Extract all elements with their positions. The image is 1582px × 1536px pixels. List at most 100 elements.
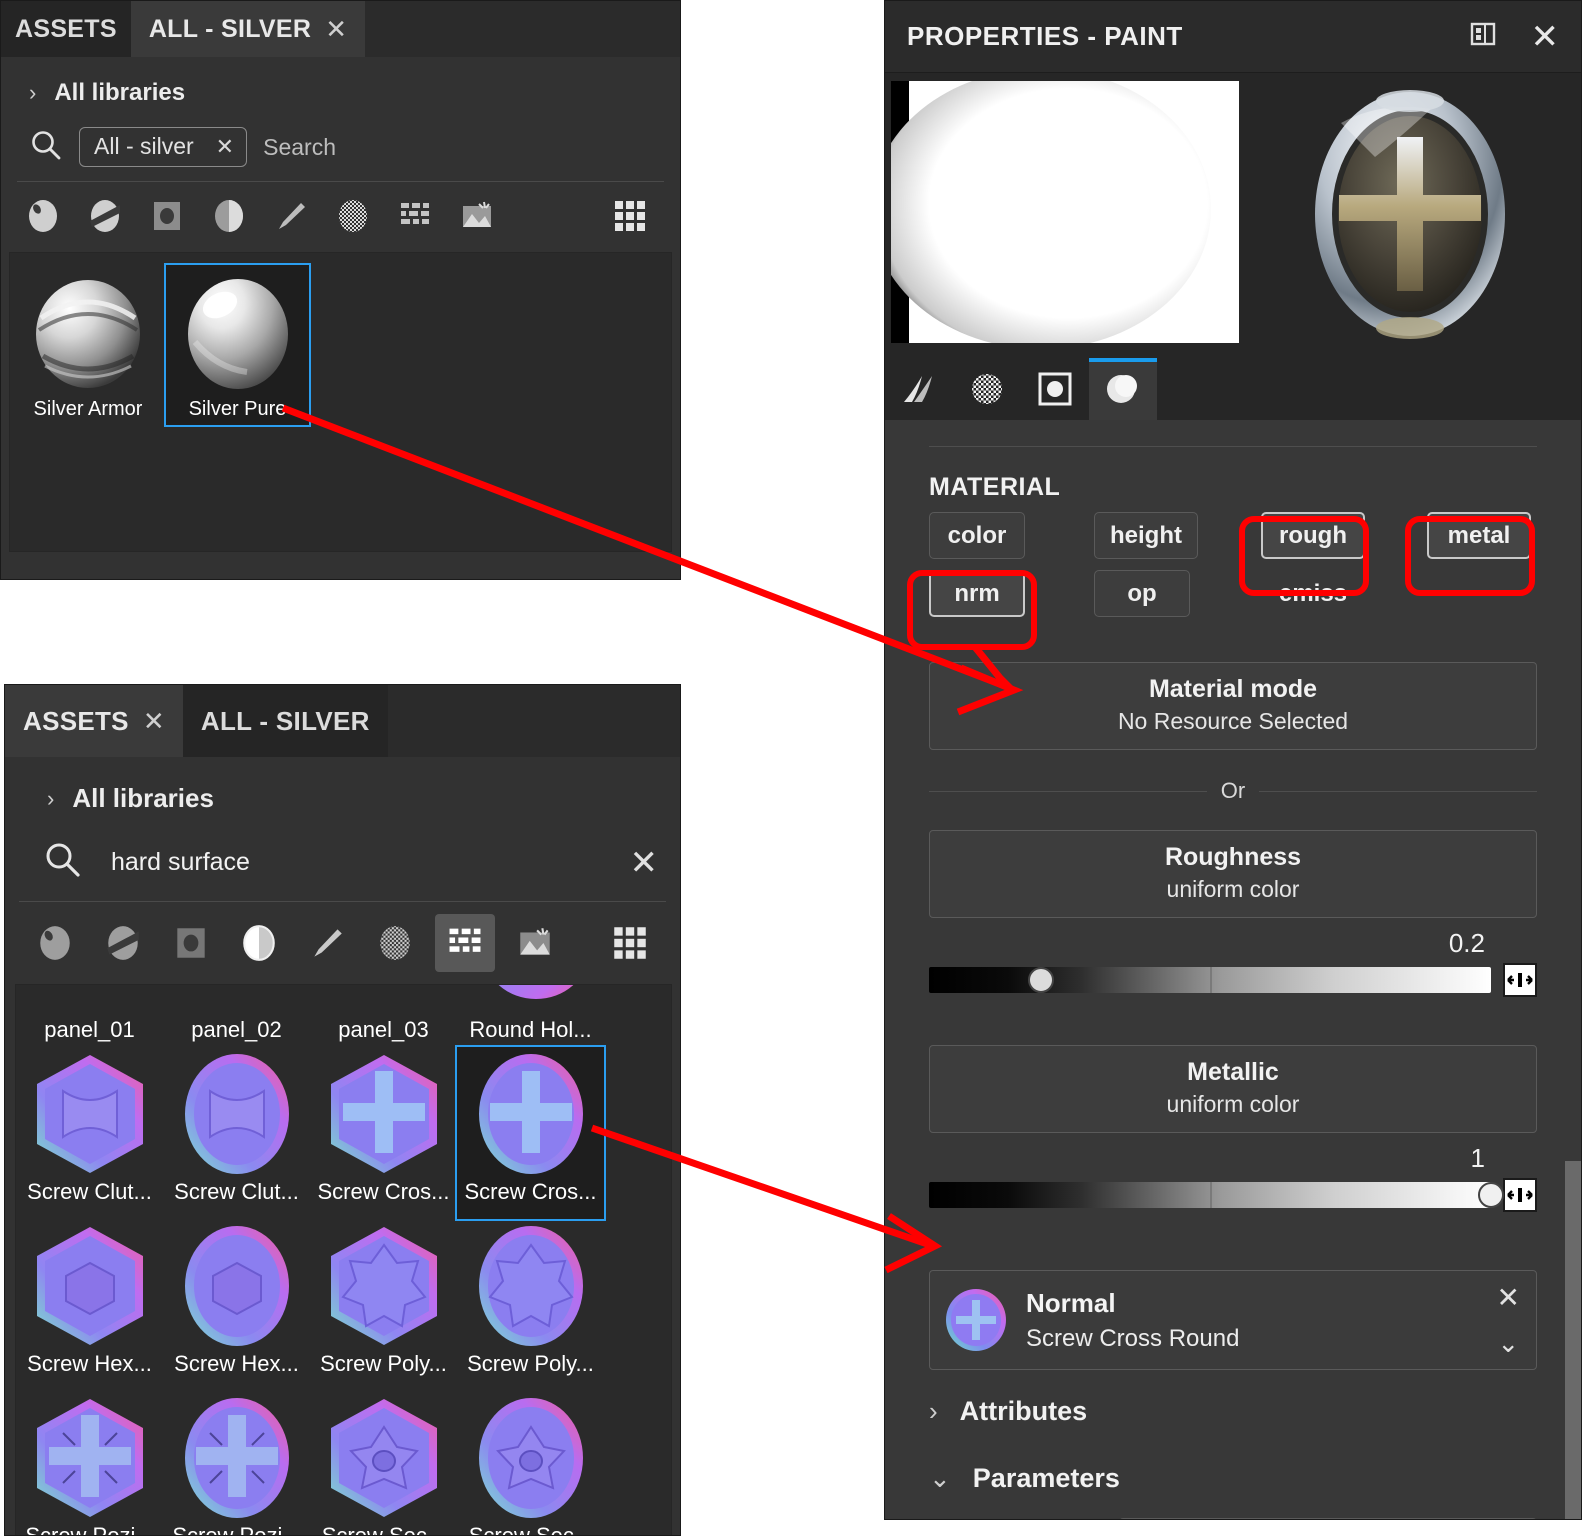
- search-input[interactable]: hard surface: [111, 848, 250, 877]
- material-preview-tab[interactable]: [1089, 358, 1157, 420]
- asset-tile[interactable]: Screw Poly...: [457, 1219, 604, 1391]
- all-libraries-row[interactable]: › All libraries: [5, 757, 680, 826]
- materials-filter-icon[interactable]: [27, 917, 83, 969]
- asset-tile[interactable]: Screw Clut...: [163, 1047, 310, 1219]
- asset-tile[interactable]: Screw Poly...: [310, 1219, 457, 1391]
- metallic-slider-knob[interactable]: [1478, 1182, 1504, 1208]
- channel-button-metal[interactable]: metal: [1427, 512, 1531, 559]
- attributes-section-header[interactable]: › Attributes: [885, 1370, 1581, 1427]
- assets-bottom-filter-row: [5, 902, 680, 984]
- tab-assets[interactable]: ASSETS: [1, 1, 131, 57]
- properties-scrollbar[interactable]: [1565, 1161, 1581, 1519]
- silver-armor-thumbnail: [36, 280, 140, 388]
- material-preview: [1281, 83, 1539, 345]
- dock-layout-icon[interactable]: [1469, 20, 1497, 53]
- tab-assets-close-icon[interactable]: ✕: [143, 708, 165, 734]
- properties-scrollbar-thumb[interactable]: [1565, 1161, 1581, 1519]
- asset-thumbnail: [36, 1227, 143, 1345]
- asset-tile-silver-pure[interactable]: Silver Pure: [164, 263, 311, 427]
- roughness-mode-button[interactable]: Roughness uniform color: [929, 830, 1537, 918]
- remove-resource-icon[interactable]: ✕: [1497, 1281, 1520, 1314]
- asset-tile[interactable]: Screw Hex...: [163, 1219, 310, 1391]
- tab-assets[interactable]: ASSETS ✕: [5, 685, 183, 757]
- asset-tile-label: Screw Hex...: [174, 1351, 299, 1376]
- asset-tile[interactable]: Screw Hex...: [16, 1219, 163, 1391]
- asset-tile-silver-armor[interactable]: Silver Armor: [18, 265, 158, 425]
- asset-tile[interactable]: Screw Sec...: [457, 1391, 604, 1535]
- search-clear-icon[interactable]: ✕: [630, 846, 659, 880]
- grid-view-icon[interactable]: [604, 192, 656, 240]
- asset-tile-label: Screw Clut...: [27, 1179, 152, 1204]
- brushes-filter-icon[interactable]: [299, 917, 355, 969]
- asset-tile[interactable]: Screw Cros...: [455, 1045, 606, 1221]
- asset-thumbnail: [478, 1226, 583, 1346]
- masks-filter-icon[interactable]: [141, 192, 193, 240]
- metallic-mode-button[interactable]: Metallic uniform color: [929, 1045, 1537, 1133]
- chevron-right-icon: ›: [929, 1396, 938, 1426]
- channel-button-color[interactable]: color: [929, 512, 1025, 559]
- metallic-slider[interactable]: [929, 1182, 1504, 1208]
- channel-button-rough[interactable]: rough: [1261, 512, 1365, 559]
- roughness-slider-knob[interactable]: [1028, 967, 1055, 993]
- parameters-section-header[interactable]: ⌄ Parameters: [885, 1427, 1581, 1494]
- tab-all-silver[interactable]: ALL - SILVER: [182, 685, 388, 757]
- channel-button-height[interactable]: height: [1094, 512, 1198, 559]
- alpha-preview: [885, 69, 1239, 349]
- stroke-preview-tab[interactable]: [885, 358, 953, 420]
- roughness-slider-row: [929, 963, 1537, 997]
- masks-filter-icon[interactable]: [163, 917, 219, 969]
- asset-thumbnail: [478, 1054, 583, 1174]
- materials-filter-icon[interactable]: [17, 192, 69, 240]
- search-filter-chip-clear-icon[interactable]: ✕: [216, 134, 234, 160]
- parameter-value-in-out[interactable]: In: [1119, 1518, 1537, 1519]
- tab-all-silver-close-icon[interactable]: ✕: [325, 16, 347, 42]
- asset-tile[interactable]: Screw Pozi...: [163, 1391, 310, 1535]
- smart-materials-filter-icon[interactable]: [95, 917, 151, 969]
- asset-tile[interactable]: Screw Pozi...: [16, 1391, 163, 1536]
- asset-tile[interactable]: Screw Sec...: [310, 1391, 457, 1535]
- metallic-slider-row: [929, 1178, 1537, 1212]
- channel-label: op: [1127, 579, 1157, 607]
- channel-button-op[interactable]: op: [1094, 570, 1190, 617]
- brushes-filter-icon[interactable]: [265, 192, 317, 240]
- chevron-down-icon[interactable]: ⌄: [1497, 1328, 1519, 1359]
- stencil-preview-tab[interactable]: [1021, 358, 1089, 420]
- alphas-filter-icon[interactable]: [367, 917, 423, 969]
- attributes-label: Attributes: [959, 1396, 1088, 1426]
- environments-filter-icon[interactable]: [451, 192, 503, 240]
- smart-masks-filter-icon[interactable]: [231, 917, 287, 969]
- channel-button-nrm[interactable]: nrm: [929, 570, 1025, 617]
- tab-all-silver[interactable]: ALL - SILVER ✕: [130, 1, 366, 57]
- roughness-drag-icon[interactable]: [1503, 963, 1537, 997]
- asset-tile-label: panel_03: [338, 1017, 429, 1042]
- asset-tile-row: Screw Pozi... Screw Pozi... Screw Sec...…: [16, 1391, 671, 1536]
- textures-filter-icon[interactable]: [435, 914, 495, 972]
- asset-tile[interactable]: Screw Clut...: [16, 1047, 163, 1219]
- asset-thumbnail: [36, 1399, 143, 1517]
- material-channel-grid: color height rough metal nrm op emiss: [929, 512, 1537, 672]
- assets-bottom-tabstrip: ASSETS ✕ ALL - SILVER: [5, 685, 680, 757]
- metallic-drag-icon[interactable]: [1503, 1178, 1537, 1212]
- channel-label: metal: [1447, 521, 1511, 549]
- search-filter-chip[interactable]: All - silver ✕: [79, 127, 248, 167]
- alpha-preview-tab[interactable]: [953, 358, 1021, 420]
- search-input[interactable]: Search: [263, 134, 336, 161]
- environments-filter-icon[interactable]: [507, 917, 563, 969]
- assets-top-grid: Silver Armor Silver Pure: [9, 252, 672, 552]
- roughness-slider[interactable]: [929, 967, 1491, 993]
- tab-all-silver-label: ALL - SILVER: [148, 14, 312, 43]
- close-icon[interactable]: ✕: [1531, 20, 1560, 54]
- asset-tile-label: Screw Pozi...: [25, 1523, 154, 1536]
- all-libraries-row[interactable]: › All libraries: [1, 57, 680, 117]
- grid-view-icon[interactable]: [602, 917, 658, 969]
- asset-tile[interactable]: Screw Cros...: [310, 1047, 457, 1219]
- material-mode-button[interactable]: Material mode No Resource Selected: [929, 662, 1537, 750]
- material-mode-title: Material mode: [1148, 675, 1318, 703]
- normal-resource-slot[interactable]: Normal Screw Cross Round ✕ ⌄: [929, 1270, 1537, 1370]
- textures-filter-icon[interactable]: [389, 192, 441, 240]
- assets-bottom-grid[interactable]: panel_01 panel_02 panel_03 Round Hol... …: [15, 984, 672, 1536]
- alphas-filter-icon[interactable]: [327, 192, 379, 240]
- channel-button-emiss[interactable]: emiss: [1261, 570, 1365, 617]
- smart-masks-filter-icon[interactable]: [203, 192, 255, 240]
- smart-materials-filter-icon[interactable]: [79, 192, 131, 240]
